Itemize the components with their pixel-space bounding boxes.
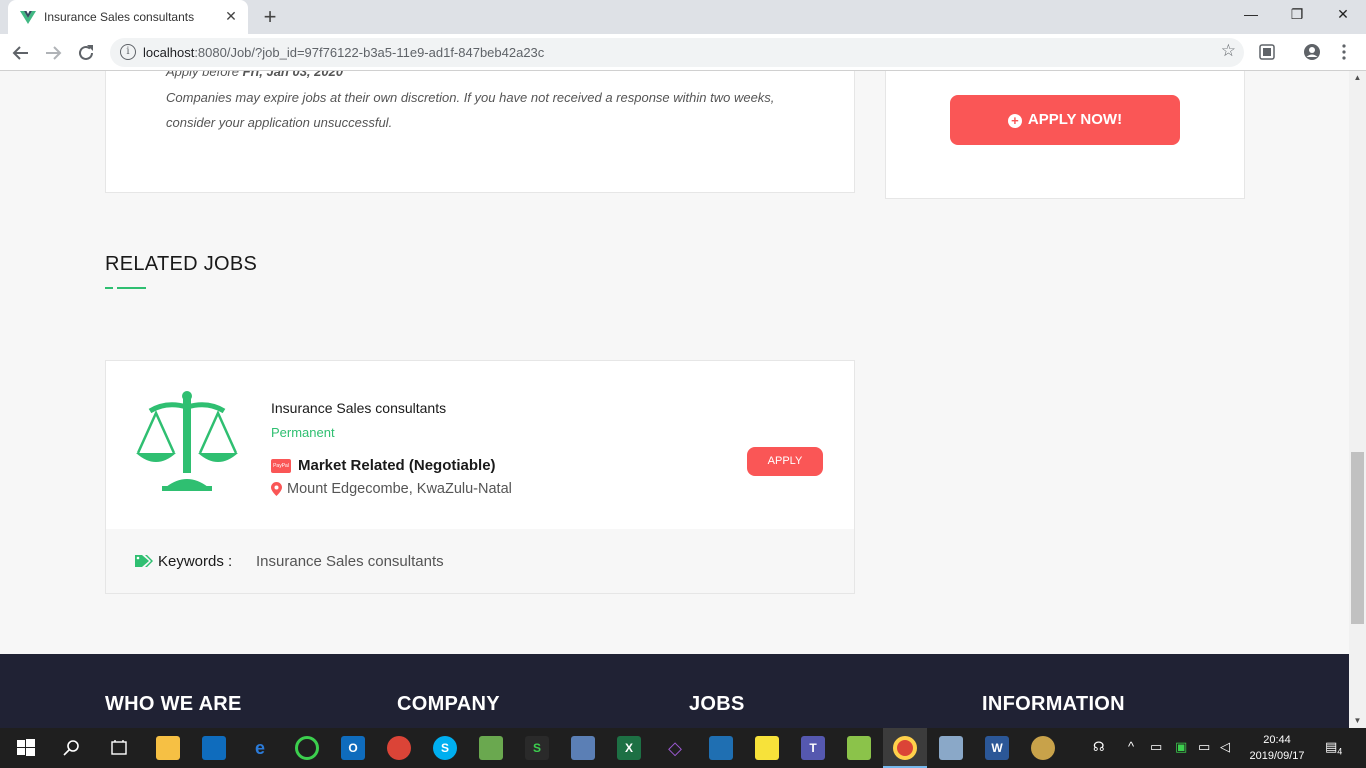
tags-icon [135, 555, 153, 567]
apply-sidebar-card: + APPLY NOW! [885, 71, 1245, 199]
tab-close-icon[interactable]: ✕ [222, 8, 240, 25]
word-icon[interactable]: W [985, 736, 1009, 760]
clock-time: 20:44 [1263, 734, 1291, 746]
store-icon[interactable] [202, 736, 226, 760]
paint-icon[interactable] [1031, 736, 1055, 760]
system-clock[interactable]: 20:44 2019/09/17 [1246, 732, 1308, 764]
volume-icon[interactable]: ◁ [1220, 739, 1230, 755]
footer-heading-who-we-are: WHO WE ARE [105, 693, 242, 715]
back-arrow-icon[interactable] [10, 42, 32, 64]
network-app-icon[interactable] [571, 736, 595, 760]
job-salary: Market Related (Negotiable) [298, 457, 496, 474]
scales-of-justice-icon [136, 391, 238, 491]
chrome-active-icon[interactable] [893, 736, 917, 760]
job-description-card: Apply before Fri, Jan 03, 2020 Companies… [105, 71, 855, 193]
profile-avatar-icon[interactable] [1303, 43, 1321, 61]
scrollbar-thumb[interactable] [1351, 452, 1364, 624]
apply-now-button[interactable]: + APPLY NOW! [950, 95, 1180, 145]
tray-app-icon[interactable]: ▣ [1175, 739, 1187, 755]
menu-kebab-icon[interactable] [1335, 43, 1353, 61]
heading-underline-dash [105, 287, 113, 289]
related-job-card: Insurance Sales consultants Permanent Pa… [105, 360, 855, 594]
apply-button[interactable]: APPLY [747, 447, 823, 476]
sticky-notes-icon[interactable] [755, 736, 779, 760]
window-close-button[interactable]: ✕ [1329, 6, 1357, 23]
bookmark-star-icon[interactable]: ☆ [1221, 41, 1236, 61]
edge-icon[interactable]: e [248, 736, 272, 760]
job-title[interactable]: Insurance Sales consultants [271, 400, 446, 416]
expiry-notice: Companies may expire jobs at their own d… [166, 90, 775, 130]
url-text[interactable]: localhost:8080/Job/?job_id=97f76122-b3a5… [143, 45, 544, 60]
remote-desktop-icon[interactable] [709, 736, 733, 760]
minimize-button[interactable]: — [1237, 6, 1265, 22]
windows-start-icon[interactable] [14, 736, 38, 760]
scroll-down-arrow-icon[interactable]: ▼ [1349, 714, 1366, 728]
excel-icon[interactable]: X [617, 736, 641, 760]
footer-heading-jobs: JOBS [689, 693, 745, 715]
job-keywords-bar: Keywords : Insurance Sales consultants [106, 529, 854, 593]
skype-icon[interactable]: S [433, 736, 457, 760]
green-ring-app-icon[interactable] [295, 736, 319, 760]
tray-chevron-up-icon[interactable]: ^ [1128, 739, 1134, 754]
keywords-label: Keywords : [158, 553, 233, 570]
keywords-value: Insurance Sales consultants [256, 553, 444, 570]
bluestacks-icon[interactable] [847, 736, 871, 760]
browser-toolbar: i localhost:8080/Job/?job_id=97f76122-b3… [0, 34, 1366, 71]
project-app-icon[interactable] [479, 736, 503, 760]
job-type: Permanent [271, 425, 335, 440]
site-info-icon[interactable]: i [120, 44, 136, 60]
footer-heading-company: COMPANY [397, 693, 500, 715]
related-jobs-heading: RELATED JOBS [105, 253, 258, 275]
extension-icon[interactable] [1258, 43, 1276, 61]
heading-underline-bar [117, 287, 146, 289]
outlook-icon[interactable]: O [341, 736, 365, 760]
network-icon[interactable]: ▭ [1150, 739, 1162, 755]
scroll-up-arrow-icon[interactable]: ▲ [1349, 71, 1366, 85]
battery-icon[interactable]: ▭ [1198, 739, 1210, 755]
notifications-icon[interactable]: ▤4 [1325, 739, 1342, 757]
reload-icon[interactable] [75, 42, 97, 64]
page-content: Apply before Fri, Jan 03, 2020 Companies… [0, 71, 1349, 728]
vue-favicon-icon [20, 11, 36, 24]
apply-now-label: APPLY NOW! [1027, 111, 1123, 128]
forward-arrow-icon[interactable] [42, 42, 64, 64]
notification-count: 4 [1337, 746, 1343, 757]
address-bar[interactable]: i localhost:8080/Job/?job_id=97f76122-b3… [110, 38, 1244, 67]
tab-title: Insurance Sales consultants [44, 10, 195, 24]
search-icon[interactable] [60, 736, 84, 760]
plus-circle-icon: + [1007, 114, 1022, 128]
people-icon[interactable]: ☊ [1093, 739, 1105, 755]
windows-taskbar: e O S S X ◇ T W ☊ ^ ▭ ▣ ▭ ◁ 20:44 2019/0… [0, 728, 1366, 768]
site-footer: WHO WE ARE COMPANY JOBS INFORMATION [0, 654, 1349, 728]
footer-heading-information: INFORMATION [982, 693, 1125, 715]
paypal-icon: PayPal [271, 459, 291, 473]
apply-before-text: Apply before Fri, Jan 03, 2020 [166, 71, 344, 79]
job-location: Mount Edgecombe, KwaZulu-Natal [287, 481, 512, 497]
clock-date: 2019/09/17 [1249, 750, 1305, 762]
map-pin-icon [271, 482, 282, 496]
browser-tab-bar: Insurance Sales consultants ✕ + — ❐ ✕ [0, 0, 1366, 34]
teams-icon[interactable]: T [801, 736, 825, 760]
visual-studio-icon[interactable]: ◇ [663, 736, 687, 760]
page-scrollbar[interactable]: ▲ ▼ [1349, 71, 1366, 728]
sage-app-icon[interactable]: S [525, 736, 549, 760]
restore-button[interactable]: ❐ [1283, 6, 1311, 23]
new-tab-button[interactable]: + [258, 4, 282, 30]
task-view-icon[interactable] [107, 736, 131, 760]
file-explorer-icon[interactable] [156, 736, 180, 760]
chrome-icon[interactable] [387, 736, 411, 760]
browser-tab[interactable]: Insurance Sales consultants ✕ [8, 0, 248, 34]
image-viewer-icon[interactable] [939, 736, 963, 760]
